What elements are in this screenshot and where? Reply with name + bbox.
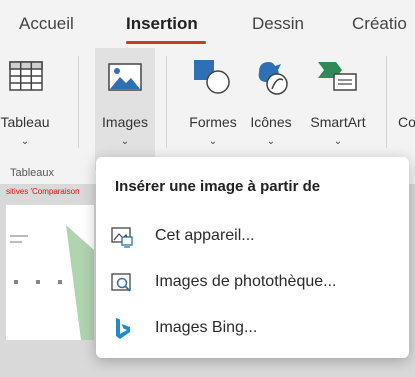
group-label-tableaux: Tableaux (10, 167, 55, 179)
menu-item-label: Images Bing... (155, 319, 258, 336)
icons-button-label: Icônes (250, 114, 292, 130)
images-button[interactable]: Images ⌄ (95, 48, 155, 170)
device-image-icon (110, 225, 134, 249)
comments-button[interactable]: Co (398, 48, 415, 170)
menu-title: Insérer une image à partir de (115, 178, 321, 195)
image-icon (95, 54, 155, 100)
shapes-button[interactable]: Formes ⌄ (182, 48, 244, 170)
slide-preview[interactable] (6, 205, 94, 340)
menu-item-this-device[interactable]: Cet appareil... (96, 217, 409, 257)
tab-creation[interactable]: Créatio (352, 14, 407, 34)
smartart-button-label: SmartArt (310, 114, 366, 130)
insert-image-menu: Insérer une image à partir de Cet appare… (96, 157, 409, 358)
tab-dessin[interactable]: Dessin (252, 14, 304, 34)
images-button-label: Images (102, 114, 148, 130)
slide-content-graphic (10, 225, 94, 340)
ribbon-separator (166, 56, 167, 148)
shapes-button-label: Formes (189, 114, 237, 130)
shapes-icon (182, 54, 244, 100)
menu-item-label: Images de photothèque... (155, 273, 337, 290)
smartart-button[interactable]: SmartArt ⌄ (302, 48, 374, 170)
bing-icon (110, 317, 134, 341)
chevron-down-icon: ⌄ (266, 136, 276, 147)
menu-item-bing-images[interactable]: Images Bing... (96, 309, 409, 349)
smartart-icon (302, 54, 374, 100)
chevron-down-icon: ⌄ (208, 136, 218, 147)
menu-item-stock-images[interactable]: Images de photothèque... (96, 263, 409, 303)
tab-insertion[interactable]: Insertion (126, 14, 198, 34)
icons-icon (245, 54, 297, 100)
ribbon-tabs: Accueil Insertion Dessin Créatio (0, 0, 415, 44)
ribbon-separator (78, 56, 79, 148)
table-button-label: Tableau (0, 114, 50, 130)
stock-images-icon (110, 271, 134, 295)
chevron-down-icon: ⌄ (20, 136, 30, 147)
table-button[interactable]: Tableau ⌄ (0, 48, 50, 170)
menu-item-label: Cet appareil... (155, 227, 255, 244)
comments-button-label: Co (398, 114, 415, 130)
chevron-down-icon: ⌄ (120, 136, 130, 147)
icons-button[interactable]: Icônes ⌄ (245, 48, 297, 170)
slide-text: sitives 'Comparaison (6, 187, 80, 196)
chevron-down-icon: ⌄ (333, 136, 343, 147)
table-icon (0, 54, 50, 100)
ribbon-separator (386, 56, 387, 148)
tab-accueil[interactable]: Accueil (19, 14, 74, 34)
